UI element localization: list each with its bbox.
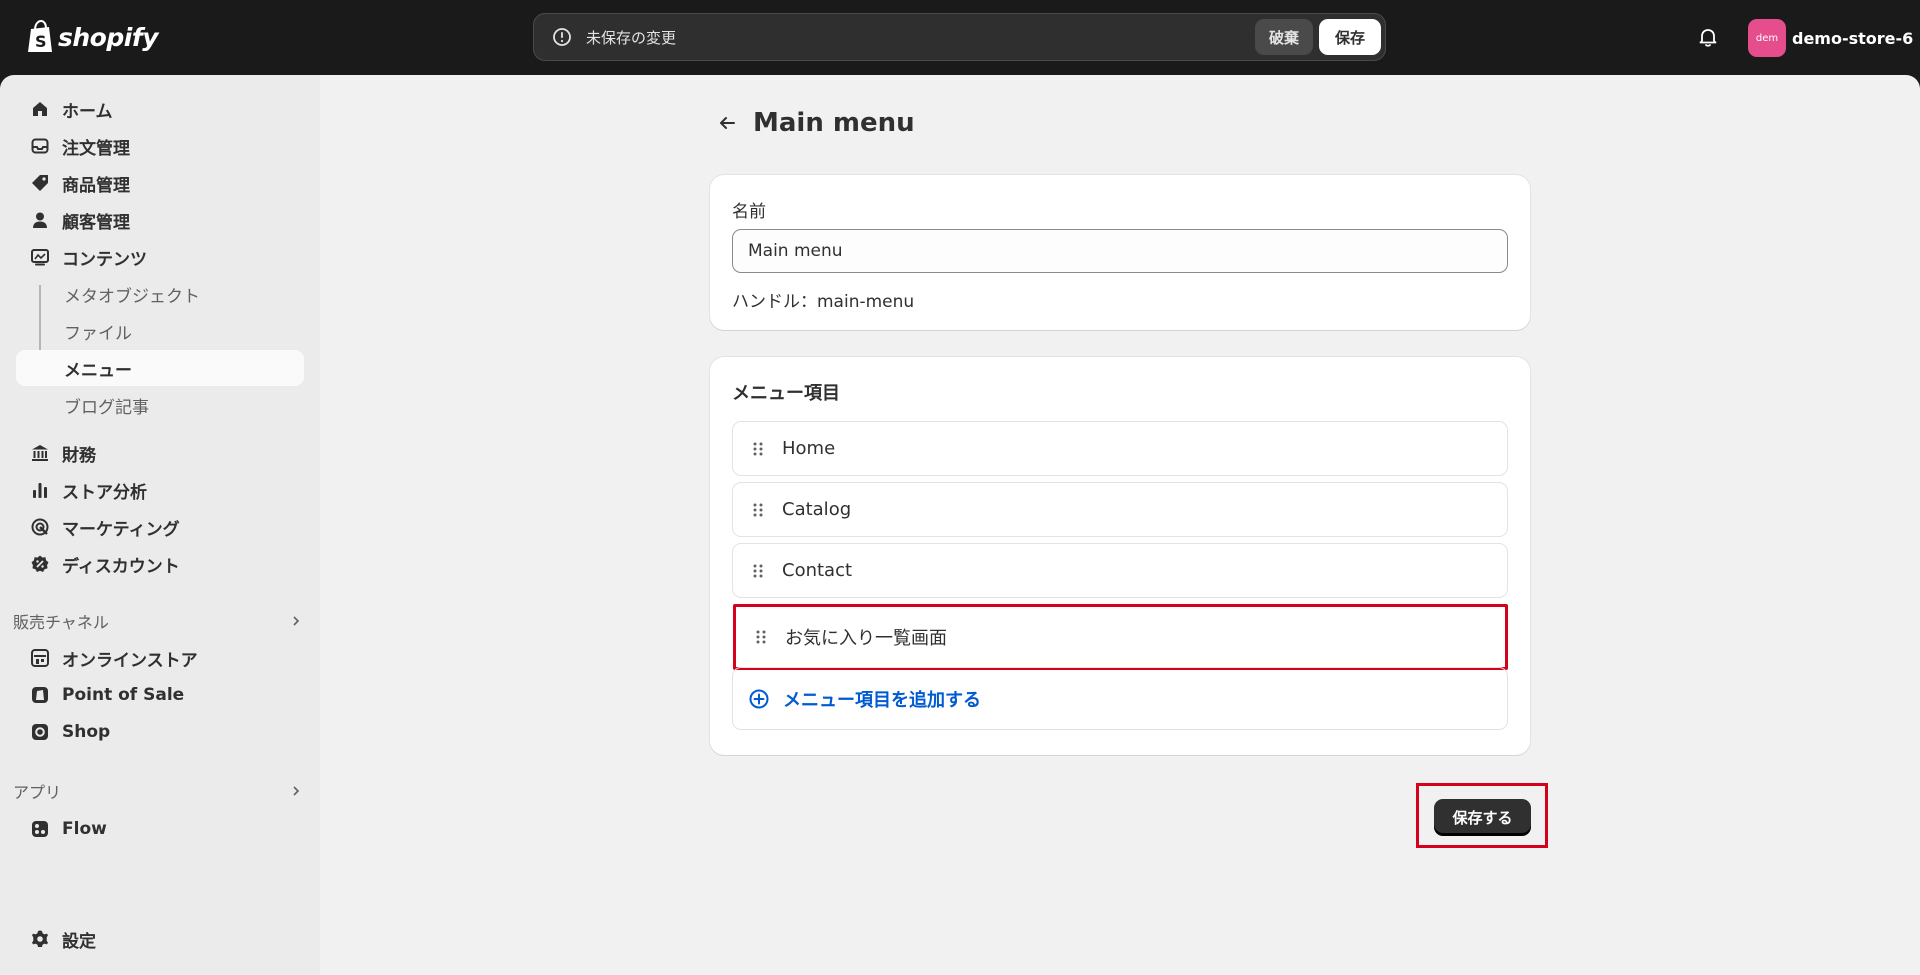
sidebar-item-label: Shop [62,722,111,742]
shopify-logo[interactable]: S shopify [26,19,159,55]
sidebar-item-label: ディスカウント [62,556,180,577]
sidebar-item-label: Point of Sale [62,685,185,705]
content-icon [28,245,52,269]
sidebar-item-label: 商品管理 [62,175,130,196]
sidebar-item-label: ホーム [62,101,113,122]
sidebar-item-content[interactable]: コンテンツ [16,239,304,275]
store-menu[interactable]: dem demo-store-6 [1748,19,1913,57]
pos-icon [28,683,52,707]
sidebar-subitem-menus[interactable]: メニュー [16,350,304,386]
sidebar-item-label: 設定 [62,931,96,952]
sidebar-subitem-metaobjects[interactable]: メタオブジェクト [16,276,304,312]
plus-circle-icon [749,689,769,708]
sales-channels-label: 販売チャネル [13,613,109,632]
store-name: demo-store-6 [1792,28,1914,48]
shop-icon [28,720,52,744]
back-arrow-icon[interactable] [715,111,739,135]
unsaved-changes-text: 未保存の変更 [586,28,677,47]
handle-text: ハンドル：main-menu [732,292,915,312]
menu-item-label: Contact [782,560,853,581]
chevron-right-icon [293,786,300,796]
page-title: Main menu [753,108,915,138]
sidebar-item-label: 注文管理 [62,138,130,159]
discard-button[interactable]: 破棄 [1254,19,1313,55]
home-icon [28,97,52,121]
sidebar-item-discounts[interactable]: ディスカウント [16,546,304,582]
drag-handle-icon[interactable] [751,501,765,519]
target-icon [28,515,52,539]
sidebar-item-marketing[interactable]: マーケティング [16,509,304,545]
name-field[interactable]: Main menu [732,229,1508,273]
page-header: Main menu [715,108,915,138]
sidebar-item-analytics[interactable]: ストア分析 [16,472,304,508]
apps-heading[interactable]: アプリ [13,777,303,805]
shopify-bag-icon: S [28,20,52,52]
sidebar-item-label: Flow [62,819,107,839]
sidebar-item-label: オンラインストア [62,650,198,671]
apps-label: アプリ [13,783,62,802]
name-card: 名前 Main menu ハンドル：main-menu [710,175,1530,330]
unsaved-changes-bar: 未保存の変更 破棄 保存 [533,13,1386,61]
sidebar-item-flow[interactable]: Flow [16,811,304,847]
save-button[interactable]: 保存 [1318,19,1381,55]
sidebar-item-shop[interactable]: Shop [16,714,304,750]
sidebar-item-label: コンテンツ [62,249,147,270]
sidebar-item-finance[interactable]: 財務 [16,435,304,471]
sidebar-item-label: マーケティング [62,519,180,540]
sidebar-item-customers[interactable]: 顧客管理 [16,202,304,238]
top-bar: S shopify 未保存の変更 破棄 保存 dem demo-store-6 [0,0,1920,75]
inbox-icon [28,134,52,158]
menu-item-row[interactable]: Contact [732,543,1508,598]
sidebar-item-label: 財務 [62,445,96,466]
name-label: 名前 [732,202,766,222]
sidebar-item-label: ストア分析 [62,482,147,503]
sidebar-subitem-blog-posts[interactable]: ブログ記事 [16,387,304,423]
drag-handle-icon[interactable] [751,562,765,580]
sidebar-item-products[interactable]: 商品管理 [16,165,304,201]
drag-handle-icon[interactable] [754,628,768,646]
menu-item-label: お気に入り一覧画面 [785,628,947,649]
sidebar: ホーム 注文管理 商品管理 顧客管理 コンテンツ メタオブジェクト ファイル メ… [0,75,320,975]
menu-item-row-highlighted[interactable]: お気に入り一覧画面 [733,604,1508,670]
store-icon [28,646,52,670]
bell-icon[interactable] [1696,25,1720,49]
save-menu-button[interactable]: 保存する [1434,799,1531,835]
gear-icon [28,927,52,951]
drag-handle-icon[interactable] [751,440,765,458]
menu-item-label: Catalog [782,499,852,520]
sales-channels-heading[interactable]: 販売チャネル [13,607,303,635]
brand-name: shopify [58,22,159,52]
svg-text:S: S [35,32,47,51]
sidebar-item-settings[interactable]: 設定 [16,921,304,957]
sidebar-item-point-of-sale[interactable]: Point of Sale [16,677,304,713]
chart-icon [28,478,52,502]
add-menu-item-label: メニュー項目を追加する [783,689,981,711]
menu-item-row[interactable]: Home [732,421,1508,476]
avatar: dem [1748,19,1786,57]
sidebar-item-label: 顧客管理 [62,212,130,233]
tag-icon [28,171,52,195]
add-menu-item-button[interactable]: メニュー項目を追加する [732,667,1508,730]
menu-items-card: メニュー項目 Home Catalog Contact お気に入り一覧画面 メニ… [710,357,1530,755]
sidebar-item-online-store[interactable]: オンラインストア [16,640,304,676]
sidebar-item-home[interactable]: ホーム [16,91,304,127]
bank-icon [28,441,52,465]
discount-icon [28,552,52,576]
sidebar-item-orders[interactable]: 注文管理 [16,128,304,164]
menu-items-title: メニュー項目 [732,383,840,404]
sidebar-subitem-files[interactable]: ファイル [16,313,304,349]
menu-item-label: Home [782,438,836,459]
person-icon [28,208,52,232]
chevron-right-icon [293,616,300,626]
flow-icon [28,817,52,841]
alert-circle-icon [553,28,571,46]
save-button-highlight: 保存する [1416,783,1548,848]
menu-item-row[interactable]: Catalog [732,482,1508,537]
